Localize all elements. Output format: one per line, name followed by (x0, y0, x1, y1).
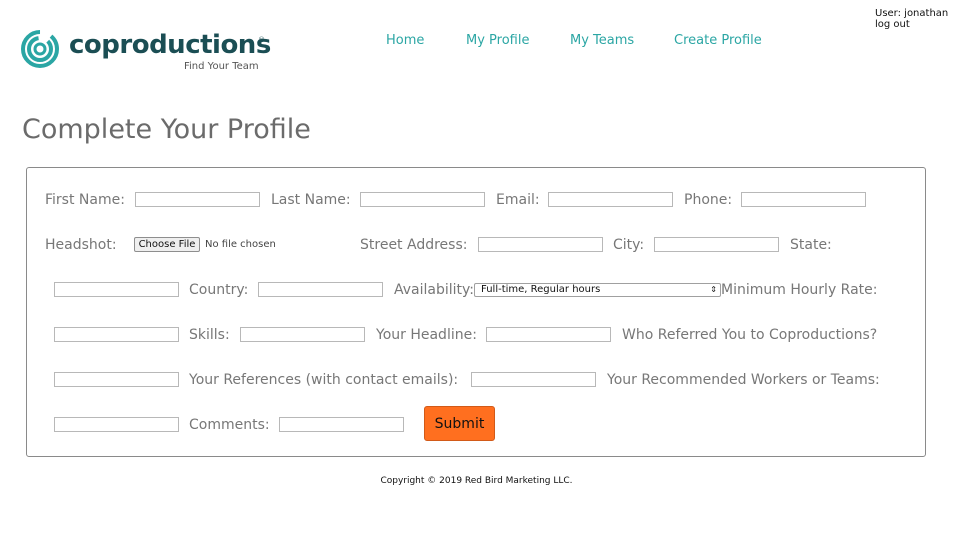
min-hourly-rate-field[interactable] (54, 327, 179, 342)
country-field[interactable] (258, 282, 383, 297)
recommended-field[interactable] (54, 417, 179, 432)
state-field[interactable] (54, 282, 179, 297)
choose-file-button[interactable]: Choose File (134, 237, 200, 252)
footer-copyright: Copyright © 2019 Red Bird Marketing LLC. (380, 476, 573, 486)
state-label: State: (790, 237, 832, 253)
comments-field[interactable] (279, 417, 404, 432)
referred-by-label: Who Referred You to Coproductions? (622, 327, 878, 343)
availability-select[interactable]: Full-time, Regular hours ⇕ (474, 283, 721, 297)
street-address-field[interactable] (478, 237, 603, 252)
email-field[interactable] (548, 192, 673, 207)
availability-value: Full-time, Regular hours (481, 284, 601, 295)
country-label: Country: (189, 282, 249, 298)
brand-tagline: Find Your Team (184, 61, 259, 72)
phone-field[interactable] (741, 192, 866, 207)
select-arrows-icon: ⇕ (710, 285, 717, 294)
skills-label: Skills: (189, 327, 230, 343)
last-name-label: Last Name: (271, 192, 351, 208)
coproductions-logo-icon (21, 30, 59, 68)
headline-label: Your Headline: (376, 327, 477, 343)
headline-field[interactable] (486, 327, 611, 342)
availability-label: Availability: (394, 282, 475, 298)
registered-mark: ® (258, 36, 265, 44)
first-name-field[interactable] (135, 192, 260, 207)
references-label: Your References (with contact emails): (189, 372, 459, 388)
min-hourly-rate-label: Minimum Hourly Rate: (721, 282, 878, 298)
skills-field[interactable] (240, 327, 365, 342)
referred-by-field[interactable] (54, 372, 179, 387)
user-box: User: jonathan log out (875, 8, 948, 30)
nav-create-profile-link[interactable]: Create Profile (674, 33, 762, 48)
page-title: Complete Your Profile (22, 114, 311, 145)
brand-name: coproductions (69, 30, 271, 60)
submit-button[interactable]: Submit (424, 406, 495, 441)
file-status: No file chosen (205, 239, 276, 250)
city-label: City: (613, 237, 645, 253)
street-address-label: Street Address: (360, 237, 468, 253)
last-name-field[interactable] (360, 192, 485, 207)
comments-label: Comments: (189, 417, 270, 433)
nav-home-link[interactable]: Home (386, 33, 424, 48)
recommended-label: Your Recommended Workers or Teams: (607, 372, 880, 388)
headshot-label: Headshot: (45, 237, 117, 253)
nav-my-teams-link[interactable]: My Teams (570, 33, 634, 48)
city-field[interactable] (654, 237, 779, 252)
brand-logo[interactable]: coproductions ® Find Your Team (20, 29, 271, 75)
logout-link[interactable]: log out (875, 19, 948, 30)
phone-label: Phone: (684, 192, 733, 208)
email-label: Email: (496, 192, 540, 208)
first-name-label: First Name: (45, 192, 125, 208)
user-label: User: jonathan (875, 8, 949, 19)
references-field[interactable] (471, 372, 596, 387)
nav-my-profile-link[interactable]: My Profile (466, 33, 529, 48)
